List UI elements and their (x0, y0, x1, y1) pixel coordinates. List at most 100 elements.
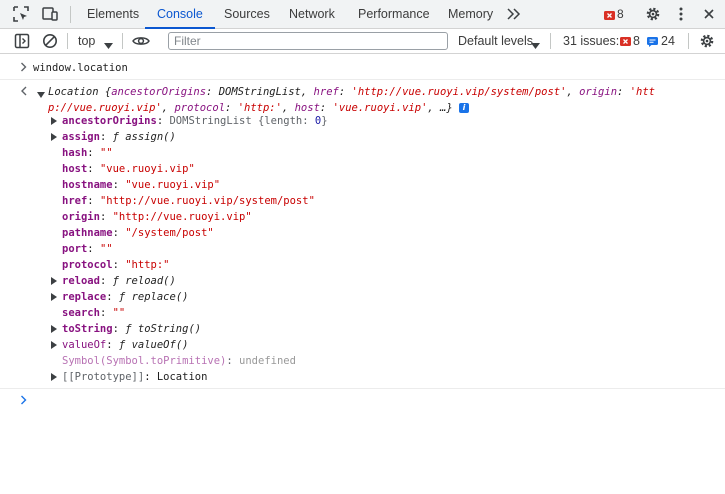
result-return-icon (20, 86, 30, 99)
prop-value: "vue.ruoyi.vip" (125, 179, 221, 191)
prop-value: ƒ valueOf() (118, 339, 189, 351)
prop-value: undefined (239, 355, 296, 367)
expand-triangle[interactable] (51, 293, 57, 301)
summary-ellipsis: …} (440, 102, 453, 114)
prop-sep: : (87, 147, 100, 159)
prop-ancestorOrigins[interactable]: ancestorOrigins: DOMStringList {length: … (62, 113, 328, 129)
expand-triangle[interactable] (37, 92, 45, 98)
console-toolbar: top Default levels 31 issues: 8 24 (0, 29, 725, 54)
prop-value: "/system/post" (125, 227, 214, 239)
prop-value: ƒ assign() (112, 131, 176, 143)
prop-sep: : (144, 371, 157, 383)
tab-console[interactable]: Console (145, 0, 215, 29)
error-icon[interactable] (620, 36, 631, 46)
prop-search[interactable]: search: "" (62, 305, 125, 321)
divider (550, 33, 551, 49)
prop-sep: : (112, 227, 126, 239)
prop-sep: : (99, 275, 113, 287)
tab-sources[interactable]: Sources (224, 0, 270, 29)
summary-value: 'htt (629, 86, 655, 98)
divider (122, 33, 123, 49)
tab-network[interactable]: Network (289, 0, 335, 29)
prop-key: protocol (62, 259, 113, 271)
prop-sep: : (99, 211, 113, 223)
prop-key: pathname (62, 227, 113, 239)
expand-triangle[interactable] (51, 325, 57, 333)
expand-triangle[interactable] (51, 277, 57, 285)
divider (688, 33, 689, 49)
expand-triangle[interactable] (51, 373, 57, 381)
gear-icon[interactable] (699, 33, 715, 49)
chevron-double-right-icon[interactable] (506, 7, 522, 23)
issues-error-count[interactable]: 8 (633, 29, 640, 53)
info-icon[interactable]: i (459, 103, 470, 113)
prop-key: Symbol(Symbol.toPrimitive) (62, 355, 227, 367)
summary-key: ancestorOrigins (111, 86, 207, 98)
inspect-element-icon[interactable] (13, 6, 29, 22)
prop-key: assign (62, 131, 100, 143)
prop-host[interactable]: host: "vue.ruoyi.vip" (62, 161, 195, 177)
result-summary[interactable]: Location {ancestorOrigins: DOMStringList… (48, 84, 655, 100)
prop-value: "http:" (125, 259, 170, 271)
issues-label[interactable]: 31 issues: (563, 29, 619, 53)
console-prompt-icon[interactable] (20, 395, 28, 408)
tab-memory[interactable]: Memory (448, 0, 493, 29)
error-icon[interactable] (604, 10, 615, 20)
prop-valueOf[interactable]: valueOf: ƒ valueOf() (62, 337, 188, 353)
prop-symbol-toPrimitive[interactable]: Symbol(Symbol.toPrimitive): undefined (62, 353, 296, 369)
prop-value-tail: } (321, 115, 328, 127)
tab-performance[interactable]: Performance (358, 0, 430, 29)
info-message-icon[interactable] (647, 36, 658, 47)
prop-protocol[interactable]: protocol: "http:" (62, 257, 170, 273)
prop-prototype[interactable]: [[Prototype]]: Location (62, 369, 207, 385)
prop-key: origin (62, 211, 100, 223)
prop-port[interactable]: port: "" (62, 241, 113, 257)
prop-assign[interactable]: assign: ƒ assign() (62, 129, 176, 145)
prop-origin[interactable]: origin: "http://vue.ruoyi.vip" (62, 209, 252, 225)
prop-key: href (62, 195, 88, 207)
prop-replace[interactable]: replace: ƒ replace() (62, 289, 188, 305)
tab-elements[interactable]: Elements (87, 0, 139, 29)
log-levels-dropdown[interactable]: Default levels (458, 29, 533, 53)
summary-value: 'vue.ruoyi.vip' (332, 102, 428, 114)
input-prompt-icon (20, 62, 28, 75)
device-toolbar-icon[interactable] (42, 6, 58, 22)
sidebar-toggle-icon[interactable] (14, 33, 30, 49)
prop-value: ƒ reload() (112, 275, 176, 287)
prop-sep: : (87, 195, 100, 207)
more-options-icon[interactable] (673, 6, 689, 22)
prop-key: toString (62, 323, 113, 335)
prop-sep: : (106, 291, 119, 303)
prop-key: [[Prototype]] (62, 371, 145, 383)
prop-hostname[interactable]: hostname: "vue.ruoyi.vip" (62, 177, 220, 193)
prop-value: "" (99, 147, 113, 159)
chevron-down-icon[interactable] (104, 38, 113, 52)
prop-sep: : (99, 131, 113, 143)
expand-triangle[interactable] (51, 133, 57, 141)
prop-key: hash (62, 147, 88, 159)
eye-icon[interactable] (132, 33, 150, 49)
summary-value: DOMStringList (218, 86, 301, 98)
prop-hash[interactable]: hash: "" (62, 145, 113, 161)
expand-triangle[interactable] (51, 117, 57, 125)
gear-icon[interactable] (645, 6, 661, 22)
prop-sep: : (87, 243, 100, 255)
context-selector[interactable]: top (78, 29, 95, 53)
prop-sep: : (156, 115, 170, 127)
clear-console-icon[interactable] (42, 33, 58, 49)
prop-toString[interactable]: toString: ƒ toString() (62, 321, 201, 337)
prop-reload[interactable]: reload: ƒ reload() (62, 273, 176, 289)
filter-input[interactable] (168, 32, 448, 50)
prop-pathname[interactable]: pathname: "/system/post" (62, 225, 214, 241)
devtools-tab-bar: Elements Console Sources Network Perform… (0, 0, 725, 29)
prop-href[interactable]: href: "http://vue.ruoyi.vip/system/post" (62, 193, 315, 209)
close-icon[interactable] (701, 6, 717, 22)
summary-key: origin (579, 86, 618, 98)
issues-info-count[interactable]: 24 (661, 29, 675, 53)
expand-triangle[interactable] (51, 341, 57, 349)
prop-value: "vue.ruoyi.vip" (99, 163, 195, 175)
prop-sep: : (112, 323, 126, 335)
error-count[interactable]: 8 (617, 0, 624, 29)
summary-type: Location { (48, 86, 112, 98)
chevron-down-icon[interactable] (531, 38, 540, 52)
